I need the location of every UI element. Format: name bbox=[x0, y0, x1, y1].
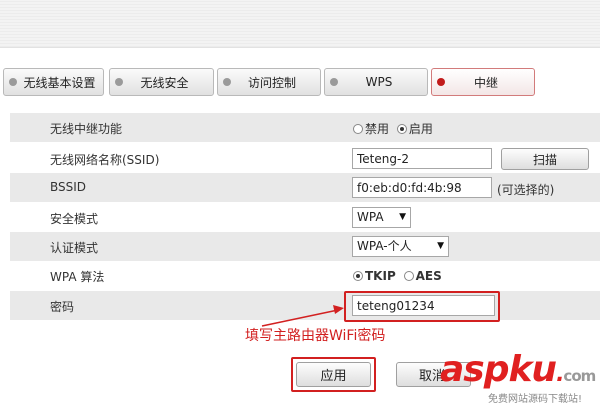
radio-disable[interactable] bbox=[353, 124, 363, 134]
wpa-algorithm-radio-group: TKIP AES bbox=[353, 269, 446, 283]
auth-mode-label: 认证模式 bbox=[50, 241, 99, 255]
tab-indicator-icon bbox=[437, 78, 445, 86]
tab-label: WPS bbox=[365, 75, 393, 89]
tab-wps[interactable]: WPS bbox=[324, 68, 428, 96]
scan-button[interactable]: 扫描 bbox=[501, 148, 589, 170]
bssid-input[interactable] bbox=[352, 177, 492, 198]
auth-mode-select[interactable]: WPA-个人 ▼ bbox=[352, 236, 449, 257]
ssid-row: 无线网络名称(SSID) 扫描 bbox=[10, 144, 600, 173]
logo-subtitle: 免费网站源码下载站! bbox=[488, 394, 583, 405]
header-band bbox=[0, 0, 600, 48]
security-mode-value: WPA bbox=[357, 210, 384, 224]
bssid-hint: (可选择的) bbox=[497, 183, 555, 197]
radio-disable-label: 禁用 bbox=[365, 122, 390, 136]
tab-label: 无线基本设置 bbox=[23, 75, 96, 90]
logo-com: com bbox=[563, 367, 596, 385]
tab-indicator-icon bbox=[9, 78, 17, 86]
tab-indicator-icon bbox=[223, 78, 231, 86]
repeater-radio-group: 禁用 启用 bbox=[353, 120, 437, 137]
tab-wireless-basic[interactable]: 无线基本设置 bbox=[3, 68, 104, 96]
auth-mode-value: WPA-个人 bbox=[357, 239, 412, 253]
radio-aes-label: AES bbox=[415, 269, 442, 283]
tab-label: 无线安全 bbox=[140, 75, 189, 90]
tab-indicator-icon bbox=[115, 78, 123, 86]
auth-mode-row: 认证模式 WPA-个人 ▼ bbox=[10, 232, 600, 261]
site-logo: aspku.com bbox=[440, 349, 596, 390]
tab-repeater[interactable]: 中继 bbox=[431, 68, 535, 96]
dropdown-arrow-icon: ▼ bbox=[437, 241, 444, 251]
radio-tkip[interactable] bbox=[353, 271, 363, 281]
tab-label: 访问控制 bbox=[247, 75, 296, 90]
radio-enable[interactable] bbox=[396, 124, 407, 134]
tab-access-control[interactable]: 访问控制 bbox=[217, 68, 321, 96]
password-row: 密码 bbox=[10, 291, 600, 320]
tab-indicator-icon bbox=[330, 78, 338, 86]
radio-aes[interactable] bbox=[403, 271, 414, 281]
wpa-algorithm-label: WPA 算法 bbox=[50, 270, 105, 284]
ssid-input[interactable] bbox=[352, 148, 492, 169]
dropdown-arrow-icon: ▼ bbox=[399, 212, 406, 222]
radio-enable-label: 启用 bbox=[408, 122, 433, 136]
logo-text: aspku bbox=[440, 349, 557, 390]
annotation-text: 填写主路由器WiFi密码 bbox=[245, 328, 386, 344]
bssid-label: BSSID bbox=[50, 180, 87, 194]
ssid-label: 无线网络名称(SSID) bbox=[50, 153, 160, 167]
repeater-label: 无线中继功能 bbox=[50, 122, 123, 136]
security-mode-select[interactable]: WPA ▼ bbox=[352, 207, 411, 228]
apply-button[interactable]: 应用 bbox=[296, 362, 371, 387]
security-mode-row: 安全模式 WPA ▼ bbox=[10, 203, 600, 232]
radio-tkip-label: TKIP bbox=[365, 269, 396, 283]
password-label: 密码 bbox=[50, 300, 75, 314]
bssid-row: BSSID (可选择的) bbox=[10, 173, 600, 202]
security-mode-label: 安全模式 bbox=[50, 212, 99, 226]
password-input[interactable] bbox=[352, 295, 495, 316]
wpa-algorithm-row: WPA 算法 TKIP AES bbox=[10, 261, 600, 290]
tab-wireless-security[interactable]: 无线安全 bbox=[109, 68, 214, 96]
tab-label: 中继 bbox=[473, 75, 498, 90]
repeater-row: 无线中继功能 禁用 启用 bbox=[10, 113, 600, 142]
